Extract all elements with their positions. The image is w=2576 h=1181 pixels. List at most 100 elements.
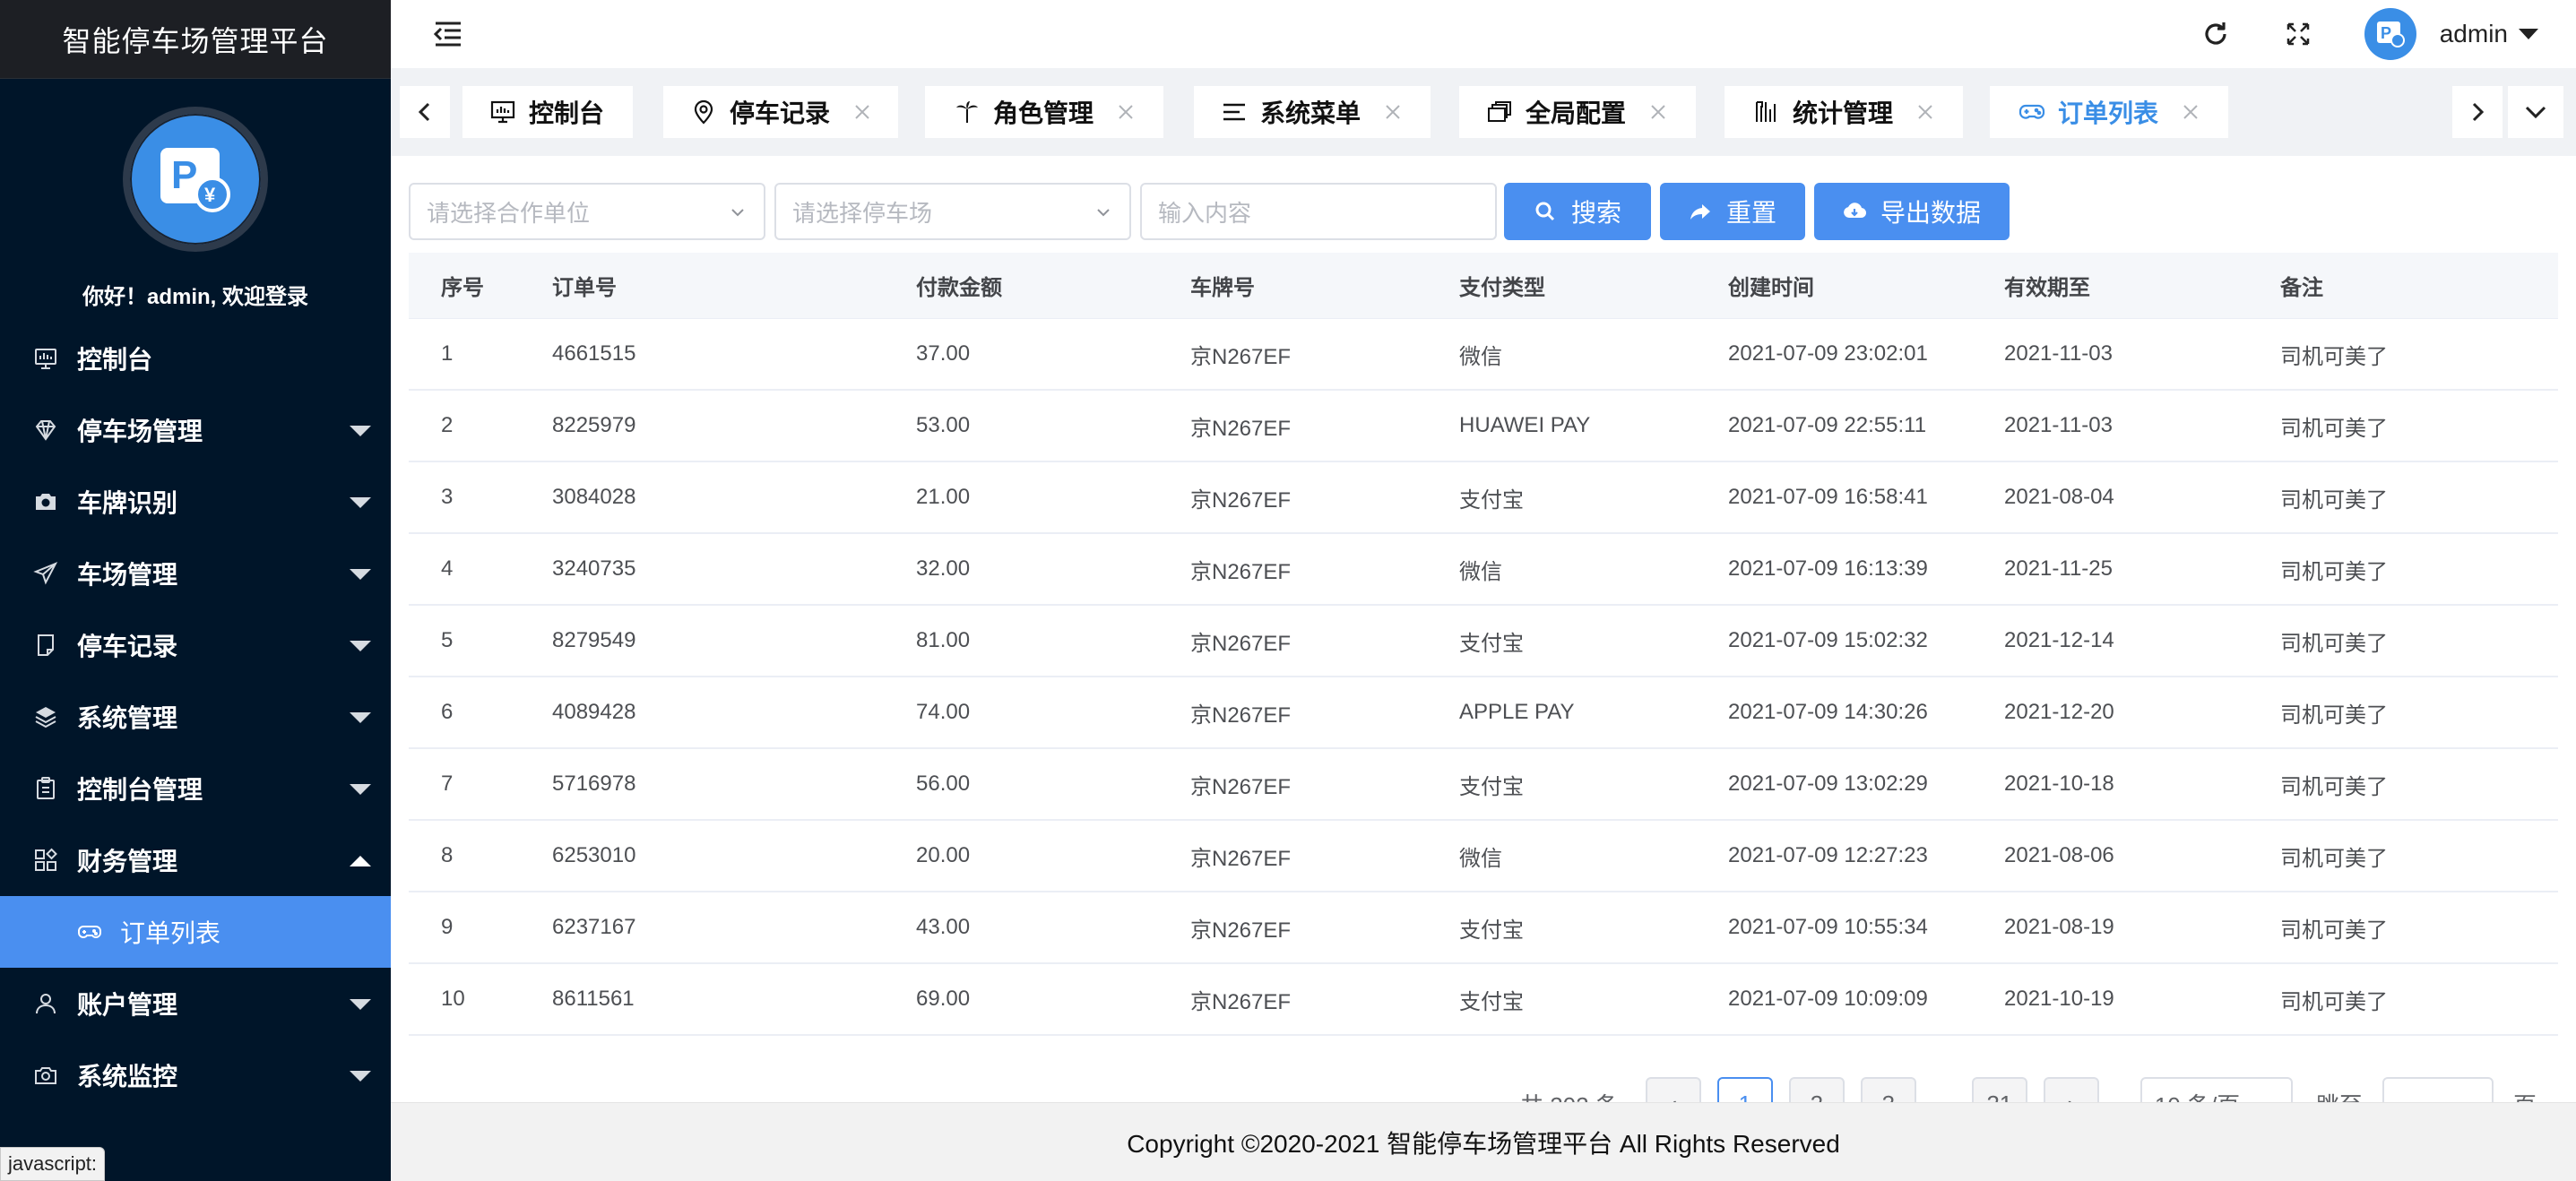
fullscreen-icon[interactable] xyxy=(2282,18,2314,50)
tabs-scroll-left-button[interactable] xyxy=(400,86,450,138)
column-header[interactable]: 序号 xyxy=(409,270,552,301)
table-cell: 司机可美了 xyxy=(2280,631,2388,656)
sidebar-item-account-management[interactable]: 账户管理 xyxy=(0,968,391,1039)
user-avatar[interactable]: P xyxy=(2364,8,2416,60)
table-cell: 2021-11-03 xyxy=(2004,341,2113,366)
table-cell: 32.00 xyxy=(916,556,971,581)
caret-down-icon xyxy=(350,497,371,508)
table-row[interactable]: 6 4089428 74.00 京N267EF APPLE PAY 2021-07-09 … xyxy=(409,677,2558,749)
avatar[interactable]: P ¥ xyxy=(123,107,268,252)
table-cell: 2021-12-20 xyxy=(2004,700,2114,724)
table-cell: HUAWEI PAY xyxy=(1459,413,1591,437)
sidebar-item-label: 停车记录 xyxy=(77,633,178,660)
table-cell: 京N267EF xyxy=(1190,989,1292,1014)
tab-dashboard[interactable]: 控制台 xyxy=(462,86,633,138)
parking-lot-select-placeholder: 请选择停车场 xyxy=(792,199,933,227)
column-header[interactable]: 付款金额 xyxy=(916,270,1190,301)
table-row[interactable]: 3 3084028 21.00 京N267EF 支付宝 2021-07-09 16:58:… xyxy=(409,462,2558,534)
export-button[interactable]: 导出数据 xyxy=(1814,183,2010,240)
table-cell: 微信 xyxy=(1459,559,1502,584)
browser-status-bar: javascript: xyxy=(0,1147,106,1181)
parking-logo-icon: P xyxy=(2376,22,2405,47)
table-cell: APPLE PAY xyxy=(1459,700,1575,724)
copyright-text: Copyright ©2020-2021 智能停车场管理平台 All Right… xyxy=(1127,1129,1840,1158)
tab-statistics-management[interactable]: 统计管理 xyxy=(1725,86,1963,138)
table-cell: 4 xyxy=(441,556,454,581)
tab-system-menu[interactable]: 系统菜单 xyxy=(1194,86,1431,138)
table-row[interactable]: 10 8611561 69.00 京N267EF 支付宝 2021-07-09 10:09… xyxy=(409,964,2558,1036)
table-cell: 2021-07-09 10:09:09 xyxy=(1728,987,1928,1011)
sidebar-item-plate-recognition[interactable]: 车牌识别 xyxy=(0,466,391,538)
caret-down-icon xyxy=(350,569,371,580)
column-header[interactable]: 有效期至 xyxy=(2004,270,2280,301)
tab-global-config[interactable]: 全局配置 xyxy=(1459,86,1696,138)
table-cell: 3084028 xyxy=(552,485,636,509)
table-cell: 74.00 xyxy=(916,700,971,724)
table-cell: 司机可美了 xyxy=(2280,344,2388,369)
table-cell: 京N267EF xyxy=(1190,559,1292,584)
parking-lot-select[interactable]: 请选择停车场 xyxy=(774,183,1131,240)
tabs-dropdown-button[interactable] xyxy=(2508,86,2563,138)
table-cell: 81.00 xyxy=(916,628,971,652)
keyword-input-placeholder: 输入内容 xyxy=(1158,199,1252,227)
table-cell: 53.00 xyxy=(916,413,971,437)
table-row[interactable]: 7 5716978 56.00 京N267EF 支付宝 2021-07-09 13:02:… xyxy=(409,749,2558,821)
keyword-input[interactable]: 输入内容 xyxy=(1140,183,1497,240)
tab-parking-records[interactable]: 停车记录 xyxy=(663,86,898,138)
caret-down-icon xyxy=(350,426,371,436)
column-header[interactable]: 支付类型 xyxy=(1459,270,1728,301)
tab-order-list[interactable]: 订单列表 xyxy=(1990,86,2228,138)
table-cell: 2021-12-14 xyxy=(2004,628,2114,652)
sidebar-item-label: 车场管理 xyxy=(77,561,178,589)
tab-label: 订单列表 xyxy=(2058,99,2159,127)
table-row[interactable]: 4 3240735 32.00 京N267EF 微信 2021-07-09 16:13:3… xyxy=(409,534,2558,606)
caret-down-icon[interactable] xyxy=(2519,29,2538,39)
tab-role-management[interactable]: 角色管理 xyxy=(925,86,1163,138)
reset-button[interactable]: 重置 xyxy=(1660,183,1805,240)
sidebar-item-lot-management[interactable]: 车场管理 xyxy=(0,538,391,609)
close-icon[interactable] xyxy=(1384,103,1402,121)
table-row[interactable]: 2 8225979 53.00 京N267EF HUAWEI PAY 2021-07-09… xyxy=(409,391,2558,462)
table-row[interactable]: 5 8279549 81.00 京N267EF 支付宝 2021-07-09 15:02:… xyxy=(409,606,2558,677)
username[interactable]: admin xyxy=(2440,20,2508,48)
sidebar-item-parking-management[interactable]: 停车场管理 xyxy=(0,394,391,466)
sidebar-item-finance-management[interactable]: 财务管理 xyxy=(0,824,391,896)
caret-down-icon xyxy=(350,784,371,795)
refresh-icon[interactable] xyxy=(2200,18,2232,50)
sidebar-item-dashboard[interactable]: 控制台 xyxy=(0,323,391,394)
sidebar-item-console-management[interactable]: 控制台管理 xyxy=(0,753,391,824)
partner-select[interactable]: 请选择合作单位 xyxy=(409,183,765,240)
close-icon[interactable] xyxy=(1117,103,1135,121)
table-row[interactable]: 9 6237167 43.00 京N267EF 支付宝 2021-07-09 10:55:… xyxy=(409,892,2558,964)
layers-icon xyxy=(32,703,59,730)
tabs-scroll-right-button[interactable] xyxy=(2452,86,2503,138)
close-icon[interactable] xyxy=(1916,103,1934,121)
collapse-menu-icon[interactable] xyxy=(432,18,464,50)
sidebar-item-system-monitor[interactable]: 系统监控 xyxy=(0,1039,391,1111)
table-cell: 司机可美了 xyxy=(2280,774,2388,799)
sidebar-item-system-management[interactable]: 系统管理 xyxy=(0,681,391,753)
sidebar-item-parking-records[interactable]: 停车记录 xyxy=(0,609,391,681)
camera-icon xyxy=(32,488,59,515)
table-cell: 2021-08-04 xyxy=(2004,485,2114,509)
close-icon[interactable] xyxy=(2182,103,2200,121)
table-cell: 2021-11-03 xyxy=(2004,413,2113,437)
table-cell: 2021-07-09 22:55:11 xyxy=(1728,413,1927,437)
table-cell: 1 xyxy=(441,341,454,366)
search-button[interactable]: 搜索 xyxy=(1504,183,1651,240)
table-row[interactable]: 1 4661515 37.00 京N267EF 微信 2021-07-09 23:02:0… xyxy=(409,319,2558,391)
tab-label: 系统菜单 xyxy=(1260,99,1361,127)
table-cell: 京N267EF xyxy=(1190,774,1292,799)
column-header[interactable]: 创建时间 xyxy=(1728,270,2004,301)
sidebar-item-order-list[interactable]: 订单列表 xyxy=(0,896,391,968)
sidebar-item-label: 控制台管理 xyxy=(77,776,203,804)
column-header[interactable]: 备注 xyxy=(2280,270,2558,301)
close-icon[interactable] xyxy=(1649,103,1667,121)
sidebar-item-label: 账户管理 xyxy=(77,991,178,1019)
sidebar-menu: 控制台 停车场管理 车牌识别 车场管理 停车记录 系统管理 控制台管理 财务管理… xyxy=(0,323,391,1111)
column-header[interactable]: 订单号 xyxy=(552,270,916,301)
close-icon[interactable] xyxy=(853,103,871,121)
column-header[interactable]: 车牌号 xyxy=(1190,270,1459,301)
table-cell: 4661515 xyxy=(552,341,636,366)
table-row[interactable]: 8 6253010 20.00 京N267EF 微信 2021-07-09 12:27:2… xyxy=(409,821,2558,892)
